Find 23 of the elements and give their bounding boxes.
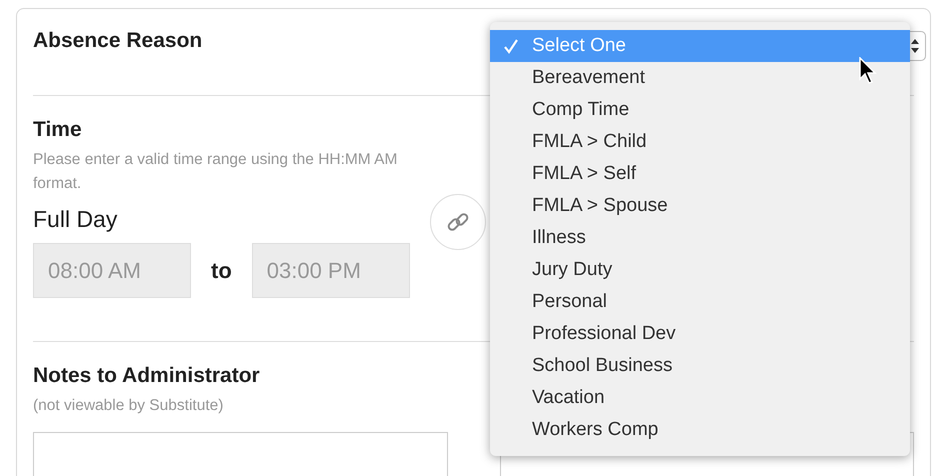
chain-link-icon [446, 210, 470, 234]
dropdown-option[interactable]: Professional Dev [490, 318, 910, 350]
dropdown-option[interactable]: School Business [490, 350, 910, 382]
dropdown-option[interactable]: Vacation [490, 382, 910, 414]
hint-text: Please enter a valid time range using the HH:MM AM format. [33, 150, 398, 194]
dropdown-option[interactable]: Bereavement [490, 62, 910, 94]
day-label: Full Day [33, 206, 118, 233]
section-title: Time [33, 118, 82, 142]
checkmark-icon [504, 38, 518, 54]
dropdown-option[interactable]: FMLA > Child [490, 126, 910, 158]
dropdown-option[interactable]: Illness [490, 222, 910, 254]
dropdown-option[interactable]: Jury Duty [490, 254, 910, 286]
dropdown-option[interactable]: FMLA > Self [490, 158, 910, 190]
hint-text: (not viewable by Substitute) [33, 396, 224, 416]
to-label: to [211, 258, 232, 284]
dropdown-option[interactable]: Comp Time [490, 94, 910, 126]
up-down-arrows-icon [911, 39, 919, 53]
dropdown-option[interactable]: Personal [490, 286, 910, 318]
mouse-pointer-icon [858, 57, 878, 85]
section-title: Notes to Administrator [33, 364, 260, 388]
section-title: Absence Reason [33, 29, 202, 53]
dropdown-option[interactable]: FMLA > Spouse [490, 190, 910, 222]
dropdown-option[interactable]: Workers Comp [490, 414, 910, 446]
